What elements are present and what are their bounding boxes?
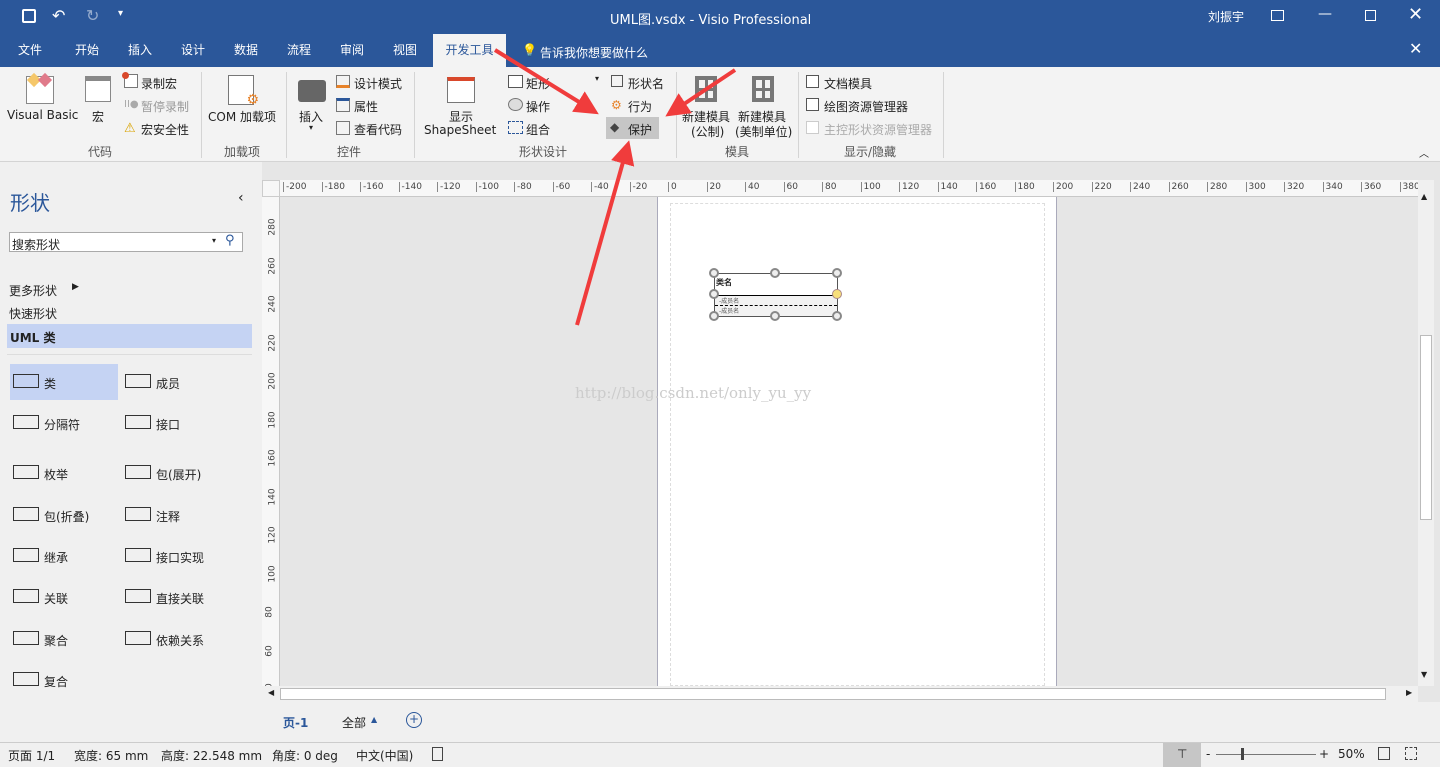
arrow-1 xyxy=(493,48,599,115)
arrow-2 xyxy=(665,68,737,117)
arrow-3 xyxy=(575,140,635,326)
annotation-arrows xyxy=(493,48,737,326)
